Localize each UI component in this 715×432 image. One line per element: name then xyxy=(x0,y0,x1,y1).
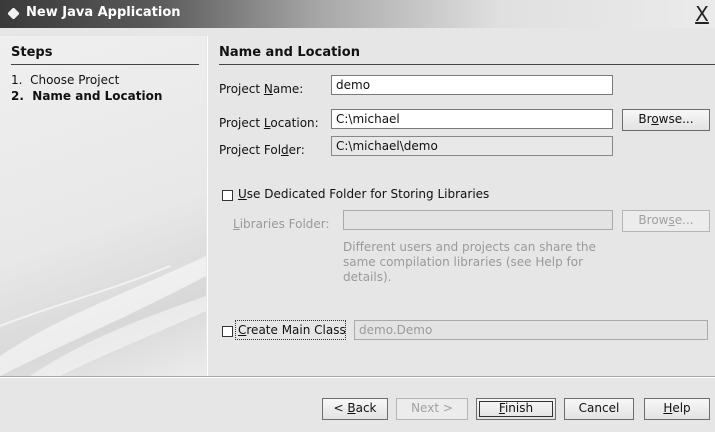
step-name-and-location: 2. Name and Location xyxy=(11,89,162,103)
window-title: New Java Application xyxy=(26,5,181,20)
create-main-class-checkbox[interactable] xyxy=(222,326,233,337)
libraries-help-text: Different users and projects can share t… xyxy=(343,240,596,284)
project-folder-label: Project Folder: xyxy=(219,143,305,157)
project-location-label: Project Location: xyxy=(219,116,319,130)
dedicated-folder-label[interactable]: Use Dedicated Folder for Storing Librari… xyxy=(238,187,489,201)
section-divider xyxy=(219,64,715,65)
create-main-class-label[interactable]: Create Main Class xyxy=(238,323,346,337)
step-choose-project: 1. Choose Project xyxy=(11,73,119,87)
steps-divider xyxy=(11,64,199,65)
close-button[interactable]: X xyxy=(692,4,712,24)
cancel-button[interactable]: Cancel xyxy=(564,398,634,420)
main-panel: Name and Location Project Name: demo Pro… xyxy=(208,36,715,376)
steps-panel: Steps 1. Choose Project 2. Name and Loca… xyxy=(0,36,206,376)
step-label: Name and Location xyxy=(32,89,163,103)
help-button[interactable]: Help xyxy=(644,398,710,420)
browse-libraries-button: Browse... xyxy=(622,210,710,232)
project-location-input[interactable]: C:\michael xyxy=(331,109,613,129)
browse-location-button[interactable]: Browse... xyxy=(622,109,710,131)
dedicated-folder-checkbox[interactable] xyxy=(222,190,233,201)
steps-heading: Steps xyxy=(11,45,53,60)
section-heading: Name and Location xyxy=(219,45,360,60)
libraries-folder-label: Libraries Folder: xyxy=(233,217,330,231)
step-number: 1. xyxy=(11,73,23,87)
finish-button[interactable]: Finish xyxy=(476,398,556,420)
back-button[interactable]: < Back xyxy=(322,398,388,420)
project-name-input[interactable]: demo xyxy=(331,75,613,95)
libraries-folder-input xyxy=(343,210,613,230)
title-bar[interactable]: New Java Application X xyxy=(0,0,715,28)
project-folder-field: C:\michael\demo xyxy=(331,136,613,156)
java-cup-icon xyxy=(7,7,20,20)
main-class-input: demo.Demo xyxy=(354,320,708,340)
step-label: Choose Project xyxy=(30,73,120,87)
close-icon: X xyxy=(695,2,709,26)
step-number: 2. xyxy=(11,89,24,103)
decorative-swoosh-graphic xyxy=(0,256,206,376)
next-button: Next > xyxy=(396,398,468,420)
project-name-label: Project Name: xyxy=(219,82,304,96)
button-bar: < Back Next > Finish Cancel Help xyxy=(0,378,715,432)
